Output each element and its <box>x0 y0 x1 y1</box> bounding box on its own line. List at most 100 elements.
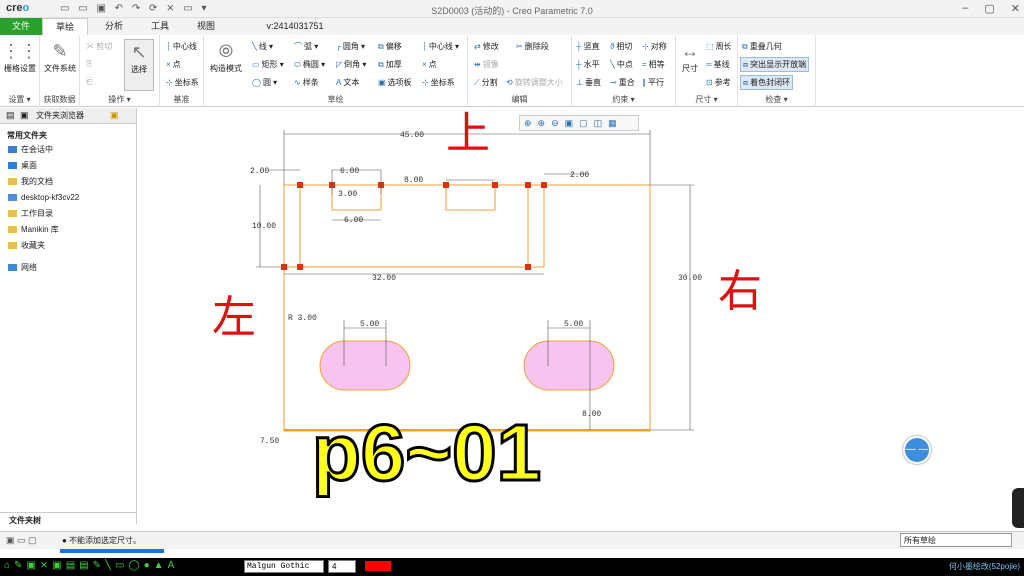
arc-button[interactable]: ⌒ 弧 ▾ <box>294 41 318 52</box>
sidebar-item-computer[interactable]: desktop-kf3cv22 <box>0 190 136 206</box>
horizontal-button[interactable]: ┼ 水平 <box>576 59 600 70</box>
parallel-button[interactable]: ∥ 平行 <box>642 77 664 88</box>
vertical-button[interactable]: ┼ 竖直 <box>576 41 600 52</box>
tab-folder-browser[interactable]: 文件夹浏览器 <box>36 110 84 121</box>
close-icon[interactable]: ✕ <box>1011 2 1020 15</box>
dim-label[interactable]: 3.00 <box>338 190 357 199</box>
font-select[interactable]: Malgun Gothic <box>244 560 324 573</box>
tab-view[interactable]: 视图 <box>188 18 224 35</box>
tab-tools[interactable]: 工具 <box>142 18 178 35</box>
line-button[interactable]: ╲ 线 ▾ <box>252 41 273 52</box>
divide-button[interactable]: ⟋ 分割 <box>474 77 498 88</box>
modify-button[interactable]: ⇄ 修改 <box>474 41 499 52</box>
tab-version[interactable]: v:2414031751 <box>250 18 340 35</box>
midpoint-button[interactable]: ╲ 中点 <box>610 59 633 70</box>
select-button[interactable]: ↖ 选择 <box>124 39 154 91</box>
window-controls: – ▢ ✕ <box>962 2 1020 15</box>
datum-csys-button[interactable]: ⊹ 坐标系 <box>166 77 199 88</box>
spline-button[interactable]: ∿ 样条 <box>294 77 319 88</box>
text-button[interactable]: A 文本 <box>336 77 359 88</box>
maximize-icon[interactable]: ▢ <box>984 2 994 15</box>
reference-button[interactable]: ⊡ 参考 <box>706 77 731 88</box>
line-label: 线 ▾ <box>258 42 274 51</box>
midpoint-label: 中点 <box>616 60 633 69</box>
tab-analysis[interactable]: 分析 <box>96 18 132 35</box>
sidebar-item-favorites[interactable]: 收藏夹 <box>0 238 136 254</box>
pen-color-swatch[interactable] <box>365 561 391 571</box>
ellipse-button[interactable]: ⬭ 椭圆 ▾ <box>294 59 325 70</box>
tool-icons[interactable]: ⌂✎▣⨯▣▤▤✎╲▭◯●▲A <box>4 560 178 571</box>
dim-label[interactable]: 8.00 <box>582 410 601 419</box>
perimeter-button[interactable]: ⬚ 周长 <box>706 41 732 52</box>
highlight-open-ends-button[interactable]: ⧈ 突出显示开放端 <box>740 57 810 72</box>
dim-label[interactable]: R 3.00 <box>288 314 317 323</box>
shade-closed-loops-button[interactable]: ⧈ 着色封闭环 <box>740 75 794 90</box>
dim-label[interactable]: 5.00 <box>360 320 379 329</box>
vertex-point <box>525 264 531 270</box>
dim-label[interactable]: 2.00 <box>250 167 269 176</box>
grid-settings-button[interactable]: ⋮⋮ 栅格设置 <box>0 39 40 74</box>
sidebar-item-working-dir[interactable]: 工作目录 <box>0 206 136 222</box>
dim-label[interactable]: 5.00 <box>564 320 583 329</box>
file-system-button[interactable]: ✎ 文件系统 <box>40 39 80 74</box>
chamfer-button[interactable]: ◸ 倒角 ▾ <box>336 59 366 70</box>
palette-button[interactable]: ▣ 选项板 <box>378 77 412 88</box>
sidebar-item-desktop[interactable]: 桌面 <box>0 158 136 174</box>
dim-label[interactable]: 7.50 <box>260 437 279 446</box>
dim-label[interactable]: 6.00 <box>344 216 363 225</box>
side-handle[interactable] <box>1012 488 1024 528</box>
circle-button[interactable]: ◯ 圆 ▾ <box>252 77 277 88</box>
dim-label[interactable]: 6.00 <box>340 167 359 176</box>
construction-mode-button[interactable]: ⦾ 构造模式 <box>206 39 246 74</box>
shade-closed-loops-label: 着色封闭环 <box>750 78 791 87</box>
size-select[interactable]: 4 <box>328 560 356 573</box>
folder-icon[interactable]: ▣ <box>20 110 29 121</box>
sketch-point-button[interactable]: × 点 <box>422 59 437 70</box>
datum-centerline-label: 中心线 <box>172 42 197 51</box>
reference-icon: ⊡ <box>706 78 713 87</box>
selection-filter[interactable]: 所有草绘 <box>900 533 1012 547</box>
floating-assistant-icon[interactable]: — — <box>903 436 931 464</box>
mirror-button[interactable]: ⇹ 镜像 <box>474 59 499 70</box>
model-tree-icon[interactable]: ▤ <box>6 110 15 121</box>
thicken-button[interactable]: ⧉ 加厚 <box>378 59 402 70</box>
dim-label[interactable]: 2.00 <box>570 171 589 180</box>
sidebar-item-documents[interactable]: 我的文档 <box>0 174 136 190</box>
datum-point-button[interactable]: × 点 <box>166 59 181 70</box>
coincident-button[interactable]: ⊸ 重合 <box>610 77 635 88</box>
sidebar-item-network[interactable]: 网络 <box>0 260 136 276</box>
dimension-button[interactable]: ↔ 尺寸 <box>676 39 704 74</box>
baseline-button[interactable]: ═ 基线 <box>706 59 730 70</box>
sidebar-item-session[interactable]: 在会话中 <box>0 142 136 158</box>
folder-tree-header[interactable]: 文件夹树 <box>0 512 137 526</box>
dim-label[interactable]: 30.00 <box>678 274 702 283</box>
datum-centerline-button[interactable]: ┆ 中心线 <box>166 41 197 52</box>
sidebar-item-manikin[interactable]: Manikin 库 <box>0 222 136 238</box>
sketch-canvas[interactable]: 45.00 2.00 6.00 3.00 8.00 2.00 6.00 10.0… <box>138 108 1024 524</box>
group-label: 设置 ▾ <box>8 95 31 104</box>
perpendicular-button[interactable]: ⊥ 垂直 <box>576 77 601 88</box>
dim-label[interactable]: 10.00 <box>252 222 276 231</box>
dim-label[interactable]: 32.00 <box>372 274 396 283</box>
sketch-centerline-button[interactable]: ┆ 中心线 ▾ <box>422 41 459 52</box>
construction-label: 构造模式 <box>210 64 242 73</box>
sketch-csys-button[interactable]: ⊹ 坐标系 <box>422 77 455 88</box>
offset-button[interactable]: ⧉ 偏移 <box>378 41 402 52</box>
view-toolbar[interactable]: ⊕⊕⊖▣▢◫▦ <box>519 115 639 131</box>
status-icons[interactable]: ▣ ▭ ▢ <box>6 535 37 546</box>
sketch-drawing[interactable]: 45.00 2.00 6.00 3.00 8.00 2.00 6.00 10.0… <box>138 108 1024 524</box>
dim-label[interactable]: 8.00 <box>404 176 423 185</box>
rotate-resize-button[interactable]: ⟲ 旋转调整大小 <box>506 77 563 88</box>
dim-label[interactable]: 45.00 <box>400 131 424 140</box>
tab-sketch[interactable]: 草绘 <box>42 18 88 35</box>
tab-file[interactable]: 文件 <box>0 18 42 35</box>
delete-segment-button[interactable]: ✂ 删除段 <box>516 41 549 52</box>
symmetric-button[interactable]: ⊹ 对称 <box>642 41 667 52</box>
favorite-icon[interactable]: ▣ <box>110 110 119 121</box>
tangent-button[interactable]: ϑ 相切 <box>610 41 632 52</box>
overlapping-geometry-button[interactable]: ⧉ 重叠几何 <box>742 41 782 52</box>
minimize-icon[interactable]: – <box>962 2 968 15</box>
rectangle-button[interactable]: ▭ 矩形 ▾ <box>252 59 284 70</box>
fillet-button[interactable]: ╭ 圆角 ▾ <box>336 41 365 52</box>
equal-button[interactable]: = 相等 <box>642 59 665 70</box>
